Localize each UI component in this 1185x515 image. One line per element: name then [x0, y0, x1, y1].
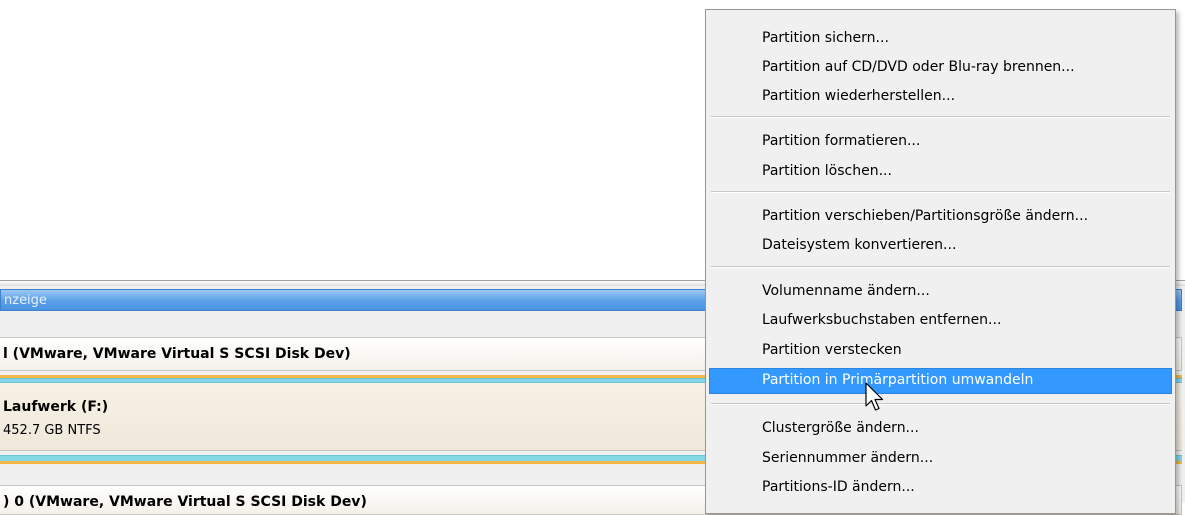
menu-item-label: Clustergröße ändern...	[762, 420, 919, 436]
menu-item-in-primaerpartition-umwandeln[interactable]: Partition in Primärpartition umwandeln	[709, 368, 1172, 394]
menu-item-label: Volumenname ändern...	[762, 283, 930, 299]
menu-item-partition-wiederherstellen[interactable]: Partition wiederherstellen...	[709, 84, 1172, 108]
menu-separator	[711, 191, 1170, 193]
menu-item-label: Partition formatieren...	[762, 133, 921, 149]
menu-separator	[711, 403, 1170, 405]
menu-item-seriennummer-aendern[interactable]: Seriennummer ändern...	[709, 446, 1172, 470]
menu-item-partition-verstecken[interactable]: Partition verstecken	[709, 338, 1172, 362]
menu-item-dateisystem-konvertieren[interactable]: Dateisystem konvertieren...	[709, 233, 1172, 257]
menu-separator	[711, 116, 1170, 118]
partition-name: Laufwerk (F:)	[3, 399, 109, 415]
menu-item-label: Partition verstecken	[762, 342, 902, 358]
menu-item-label: Partition verschieben/Partitionsgröße än…	[762, 208, 1089, 224]
menu-item-label: Dateisystem konvertieren...	[762, 237, 957, 253]
menu-separator	[711, 266, 1170, 268]
menu-item-partition-loeschen[interactable]: Partition löschen...	[709, 159, 1172, 183]
menu-item-label: Partition auf CD/DVD oder Blu-ray brenne…	[762, 59, 1075, 75]
menu-item-laufwerksbuchstaben-entfernen[interactable]: Laufwerksbuchstaben entfernen...	[709, 308, 1172, 332]
disk-title: l (VMware, VMware Virtual S SCSI Disk De…	[3, 346, 351, 362]
menu-item-partitions-id-aendern[interactable]: Partitions-ID ändern...	[709, 475, 1172, 499]
menu-item-label: Partitions-ID ändern...	[762, 479, 915, 495]
menu-item-label: Partition sichern...	[762, 30, 889, 46]
menu-item-label: Partition löschen...	[762, 163, 892, 179]
menu-item-partition-verschieben[interactable]: Partition verschieben/Partitionsgröße än…	[709, 204, 1172, 228]
menu-item-label: Laufwerksbuchstaben entfernen...	[762, 312, 1002, 328]
arrow-pointer-icon	[865, 382, 884, 411]
display-header-label: nzeige	[4, 293, 47, 308]
menu-item-label: Seriennummer ändern...	[762, 450, 934, 466]
menu-item-partition-formatieren[interactable]: Partition formatieren...	[709, 129, 1172, 153]
menu-item-partition-brennen[interactable]: Partition auf CD/DVD oder Blu-ray brenne…	[709, 55, 1172, 79]
menu-item-clustergroesse-aendern[interactable]: Clustergröße ändern...	[709, 416, 1172, 440]
partition-info: 452.7 GB NTFS	[3, 423, 101, 438]
context-menu: Partition sichern... Partition auf CD/DV…	[705, 9, 1176, 514]
menu-item-volumenname-aendern[interactable]: Volumenname ändern...	[709, 279, 1172, 303]
menu-item-partition-sichern[interactable]: Partition sichern...	[709, 26, 1172, 50]
menu-item-label: Partition in Primärpartition umwandeln	[762, 372, 1034, 388]
menu-item-label: Partition wiederherstellen...	[762, 88, 956, 104]
